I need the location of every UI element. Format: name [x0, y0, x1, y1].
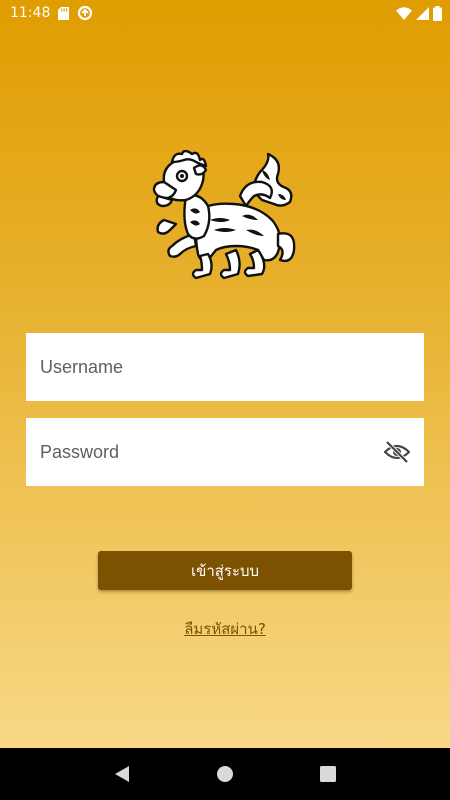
password-field[interactable]: [26, 418, 424, 486]
password-input[interactable]: [40, 418, 384, 486]
forgot-password-link[interactable]: ลืมรหัสผ่าน?: [0, 617, 450, 641]
lion-emblem-icon: [150, 149, 300, 285]
recents-icon[interactable]: [308, 754, 348, 794]
back-icon[interactable]: [102, 754, 142, 794]
data-saver-icon: [77, 5, 93, 21]
login-button[interactable]: เข้าสู่ระบบ: [98, 551, 352, 590]
username-field[interactable]: [26, 333, 424, 401]
signal-icon: [416, 6, 429, 20]
home-icon[interactable]: [205, 754, 245, 794]
status-time: 11:48: [10, 5, 51, 21]
username-input[interactable]: [40, 333, 410, 401]
eye-off-icon[interactable]: [383, 438, 410, 466]
sd-card-icon: [58, 6, 70, 20]
status-right: [396, 5, 442, 21]
battery-icon: [433, 5, 442, 21]
status-left: 11:48: [10, 5, 93, 21]
status-bar: 11:48: [0, 0, 450, 26]
navigation-bar: [0, 748, 450, 800]
wifi-icon: [396, 6, 412, 20]
